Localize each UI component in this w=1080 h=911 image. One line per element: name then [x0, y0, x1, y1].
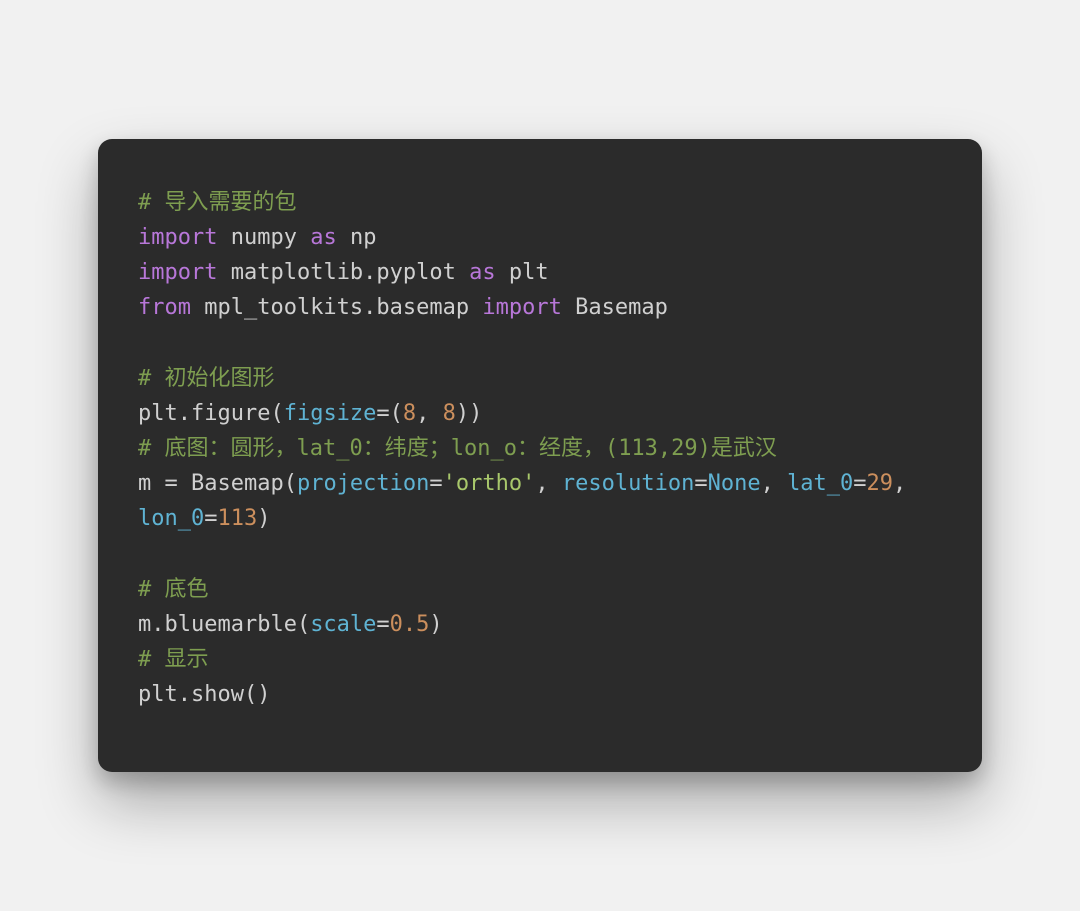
code-token-number: 113: [217, 506, 257, 531]
code-token-comment: # 显示: [138, 647, 209, 672]
code-token-number: 29: [867, 471, 894, 496]
code-token-plain: =: [694, 471, 707, 496]
code-token-keyword: import: [138, 225, 217, 250]
code-token-plain: plt.figure(: [138, 401, 284, 426]
code-token-comment: # 初始化图形: [138, 366, 275, 391]
code-token-plain: ,: [416, 401, 443, 426]
code-token-keyword: from: [138, 295, 191, 320]
code-token-keyword: as: [469, 260, 496, 285]
code-token-kwarg: scale: [310, 612, 376, 637]
code-token-plain: plt.show(): [138, 682, 270, 707]
code-line: plt.figure(figsize=(8, 8)): [138, 401, 482, 426]
code-token-plain: =(: [376, 401, 403, 426]
code-token-none: None: [708, 471, 761, 496]
code-line: # 导入需要的包: [138, 190, 297, 215]
code-token-plain: =: [204, 506, 217, 531]
code-token-plain: mpl_toolkits.basemap: [191, 295, 482, 320]
code-line: m.bluemarble(scale=0.5): [138, 612, 443, 637]
code-token-plain: matplotlib.pyplot: [217, 260, 469, 285]
code-token-plain: )): [456, 401, 483, 426]
code-block: # 导入需要的包 import numpy as np import matpl…: [138, 185, 942, 713]
code-token-plain: =: [853, 471, 866, 496]
code-token-string: 'ortho': [443, 471, 536, 496]
code-token-keyword: as: [310, 225, 337, 250]
code-token-plain: plt: [496, 260, 549, 285]
code-token-plain: ): [429, 612, 442, 637]
code-token-kwarg: lon_0: [138, 506, 204, 531]
code-token-comment: # 底色: [138, 577, 209, 602]
code-line: # 显示: [138, 647, 209, 672]
code-token-plain: ,: [893, 471, 920, 496]
code-token-plain: ): [257, 506, 270, 531]
code-line: # 底图：圆形，lat_0：纬度；lon_o：经度，(113,29)是武汉: [138, 436, 777, 461]
code-token-plain: m.bluemarble(: [138, 612, 310, 637]
code-token-kwarg: projection: [297, 471, 429, 496]
code-token-number: 0.5: [390, 612, 430, 637]
code-token-keyword: import: [138, 260, 217, 285]
code-token-comment: # 导入需要的包: [138, 190, 297, 215]
code-line: import numpy as np: [138, 225, 376, 250]
code-token-plain: m = Basemap(: [138, 471, 297, 496]
code-token-number: 8: [403, 401, 416, 426]
code-line: m = Basemap(projection='ortho', resoluti…: [138, 471, 920, 531]
code-line: import matplotlib.pyplot as plt: [138, 260, 549, 285]
code-token-plain: =: [376, 612, 389, 637]
code-token-plain: ,: [535, 471, 562, 496]
code-token-kwarg: lat_0: [787, 471, 853, 496]
code-line: # 底色: [138, 577, 209, 602]
code-line: plt.show(): [138, 682, 270, 707]
code-token-plain: ,: [761, 471, 788, 496]
code-token-kwarg: figsize: [284, 401, 377, 426]
code-token-plain: Basemap: [562, 295, 668, 320]
code-token-number: 8: [443, 401, 456, 426]
code-token-comment: # 底图：圆形，lat_0：纬度；lon_o：经度，(113,29)是武汉: [138, 436, 777, 461]
code-token-plain: =: [429, 471, 442, 496]
code-token-keyword: import: [482, 295, 561, 320]
code-card: # 导入需要的包 import numpy as np import matpl…: [98, 139, 982, 773]
code-token-plain: np: [337, 225, 377, 250]
code-line: from mpl_toolkits.basemap import Basemap: [138, 295, 668, 320]
code-token-plain: numpy: [217, 225, 310, 250]
code-line: # 初始化图形: [138, 366, 275, 391]
code-token-kwarg: resolution: [562, 471, 694, 496]
